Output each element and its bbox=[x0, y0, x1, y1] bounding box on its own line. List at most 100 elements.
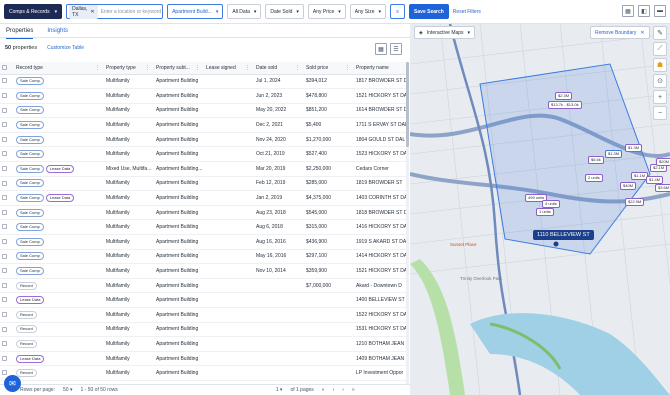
zoom-out-icon[interactable]: − bbox=[653, 106, 667, 120]
table-scrollbar[interactable] bbox=[406, 62, 409, 384]
draw-icon[interactable]: ✎ bbox=[653, 26, 667, 40]
property-name-cell[interactable]: 1210 BOTHAM JEAN bbox=[354, 336, 406, 352]
property-name-cell[interactable]: 1522 HICKORY ST DA bbox=[354, 307, 406, 323]
property-name-cell[interactable]: 1403 CORINTH ST DA bbox=[354, 190, 406, 206]
first-page-icon[interactable]: « bbox=[322, 387, 325, 393]
property-type-filter[interactable]: Apartment Build... ▾ bbox=[167, 4, 224, 19]
record-type-badge[interactable]: Sale Comp bbox=[16, 77, 44, 86]
row-checkbox[interactable] bbox=[0, 351, 14, 367]
more-icon[interactable]: ⋮ bbox=[345, 65, 350, 71]
record-type-badge[interactable]: Sale Comp bbox=[16, 150, 44, 159]
row-checkbox[interactable] bbox=[0, 336, 14, 352]
record-type-badge[interactable]: Sale Comp bbox=[16, 135, 44, 144]
location-search[interactable]: Dallas, TX ✕ Enter a location or keyword bbox=[66, 4, 164, 19]
remove-boundary-button[interactable]: Remove Boundary ✕ bbox=[590, 26, 650, 39]
table-row[interactable]: Sale Comp Multifamily Apartment Building Au… bbox=[0, 219, 406, 236]
table-row[interactable]: Record Multifamily Apartment Building LP In… bbox=[0, 365, 406, 381]
map-price-pin[interactable]: $3.6M bbox=[655, 184, 670, 192]
table-row[interactable]: Sale Comp Lease Data Mixed Use, Multifa...… bbox=[0, 161, 406, 177]
record-type-badge[interactable]: Sale Comp bbox=[16, 194, 44, 203]
table-row[interactable]: Sale Comp Multifamily Apartment Building Ju… bbox=[0, 88, 406, 104]
location-chip[interactable]: Dallas, TX ✕ bbox=[69, 4, 98, 19]
row-checkbox[interactable] bbox=[0, 146, 14, 163]
column-header[interactable]: Property type ⋮ bbox=[104, 62, 154, 75]
selected-property-label[interactable]: 1110 BELLEVIEW ST bbox=[533, 230, 594, 240]
table-row[interactable]: Sale Comp Multifamily Apartment Building No… bbox=[0, 132, 406, 148]
property-name-cell[interactable]: 1804 GOULD ST DAL bbox=[354, 132, 406, 148]
page-select[interactable]: 1 ▾ bbox=[276, 387, 283, 393]
recenter-icon[interactable]: ⊙ bbox=[653, 74, 667, 88]
record-type-badge[interactable]: Lease Data bbox=[45, 164, 75, 173]
record-type-badge[interactable]: Record bbox=[16, 369, 37, 378]
street-view-icon[interactable]: ☗ bbox=[653, 58, 667, 72]
column-header[interactable]: Property subt... ⋮ bbox=[154, 62, 204, 75]
prev-page-icon[interactable]: ‹ bbox=[333, 387, 335, 393]
record-type-badge[interactable]: Record bbox=[16, 281, 37, 290]
select-all-checkbox[interactable] bbox=[0, 62, 14, 75]
property-name-cell[interactable]: 1521 HICKORY ST DA bbox=[354, 263, 406, 279]
zoom-in-icon[interactable]: + bbox=[653, 90, 667, 104]
row-checkbox[interactable] bbox=[0, 132, 14, 148]
row-checkbox[interactable] bbox=[0, 117, 14, 133]
column-header[interactable]: Date sold ⋮ bbox=[254, 62, 304, 75]
record-type-badge[interactable]: Record bbox=[16, 339, 37, 348]
location-input[interactable]: Enter a location or keyword bbox=[101, 9, 162, 15]
record-type-badge[interactable]: Sale Comp bbox=[16, 237, 44, 246]
record-type-badge[interactable]: Sale Comp bbox=[16, 208, 44, 217]
more-icon[interactable]: ⋮ bbox=[295, 65, 300, 71]
property-name-cell[interactable]: 1409 BOTHAM JEAN bbox=[354, 351, 406, 367]
scrollbar-thumb[interactable] bbox=[406, 62, 409, 147]
map-units-pin[interactable]: 4 units bbox=[542, 200, 560, 208]
record-type-badge[interactable]: Sale Comp bbox=[16, 223, 44, 232]
list-view-icon[interactable]: ▬ bbox=[654, 5, 666, 17]
property-name-cell[interactable]: LP Investment Oppor bbox=[354, 365, 406, 381]
table-row[interactable]: Record Multifamily Apartment Building 1210 … bbox=[0, 336, 406, 352]
record-type-badge[interactable]: Sale Comp bbox=[16, 252, 44, 261]
map-price-pin[interactable]: $1.3M bbox=[605, 150, 623, 158]
table-row[interactable]: Record Multifamily Apartment Building $7,00… bbox=[0, 278, 406, 294]
map-panel[interactable]: ◈ Interactive Maps ▾ Remove Boundary ✕ ✎… bbox=[410, 24, 670, 395]
record-type-badge[interactable]: Lease Data bbox=[16, 296, 45, 305]
property-name-cell[interactable]: Cedars Corner bbox=[354, 161, 406, 177]
column-header[interactable]: Property name bbox=[354, 62, 406, 75]
map-price-pin[interactable]: $22.9M bbox=[625, 198, 645, 206]
property-name-cell[interactable]: 1919 S AKARD ST DA bbox=[354, 234, 406, 250]
measure-icon[interactable]: ⟋ bbox=[653, 42, 667, 56]
property-name-cell[interactable]: Akard - Downtown D bbox=[354, 278, 406, 294]
table-row[interactable]: Sale Comp Multifamily Apartment Building No… bbox=[0, 263, 406, 279]
record-type-badge[interactable]: Sale Comp bbox=[16, 121, 44, 130]
chat-button[interactable]: ✉ bbox=[4, 375, 21, 392]
row-checkbox[interactable] bbox=[0, 176, 14, 192]
property-name-cell[interactable]: 1521 HICKORY ST DA bbox=[354, 88, 406, 104]
table-view-icon[interactable]: ☰ bbox=[390, 43, 402, 55]
row-checkbox[interactable] bbox=[0, 263, 14, 279]
row-checkbox[interactable] bbox=[0, 161, 14, 177]
map-price-pin[interactable]: $40M bbox=[620, 182, 637, 190]
column-header[interactable]: Lease signed ⋮ bbox=[204, 62, 254, 75]
next-page-icon[interactable]: › bbox=[342, 387, 344, 393]
record-type-badge[interactable]: Sale Comp bbox=[16, 267, 44, 276]
map-price-pin[interactable]: $20M bbox=[656, 158, 670, 166]
row-checkbox[interactable] bbox=[0, 205, 14, 221]
column-header[interactable]: Record type ⋮ bbox=[14, 62, 104, 75]
last-page-icon[interactable]: » bbox=[352, 387, 355, 393]
table-row[interactable]: Sale Comp Multifamily Apartment Building Ma… bbox=[0, 249, 406, 265]
table-row[interactable]: Sale Comp Lease Data Multifamily Apartment … bbox=[0, 190, 406, 206]
map-units-pin[interactable]: 1 units bbox=[536, 208, 554, 216]
record-type-badge[interactable]: Record bbox=[16, 325, 37, 334]
map-price-pin[interactable]: $13.7k - $13.0k bbox=[548, 101, 582, 109]
table-row[interactable]: Sale Comp Multifamily Apartment Building Ma… bbox=[0, 103, 406, 119]
table-row[interactable]: Lease Data Multifamily Apartment Building 1… bbox=[0, 351, 406, 367]
row-checkbox[interactable] bbox=[0, 307, 14, 323]
record-type-badge[interactable]: Sale Comp bbox=[16, 91, 44, 100]
table-row[interactable]: Lease Data Multifamily Apartment Building 1… bbox=[0, 292, 406, 308]
more-icon[interactable]: ⋮ bbox=[195, 65, 200, 71]
property-name-cell[interactable]: 1818 BROWDER ST DA bbox=[354, 205, 406, 221]
save-search-button[interactable]: Save Search bbox=[409, 4, 449, 19]
table-row[interactable]: Sale Comp Multifamily Apartment Building Au… bbox=[0, 205, 406, 221]
row-checkbox[interactable] bbox=[0, 103, 14, 119]
row-checkbox[interactable] bbox=[0, 322, 14, 338]
property-name-cell[interactable]: 1531 HICKORY ST DA bbox=[354, 322, 406, 338]
property-name-cell[interactable]: 1523 HICKORY ST DA bbox=[354, 146, 406, 163]
table-row[interactable]: Sale Comp Multifamily Apartment Building Au… bbox=[0, 234, 406, 250]
